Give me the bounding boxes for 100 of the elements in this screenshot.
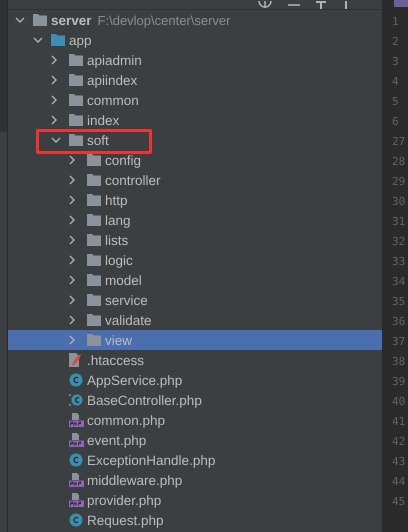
tree-row[interactable]: model (8, 270, 382, 290)
tree-row[interactable]: Request.php (8, 510, 382, 530)
folder-icon (87, 334, 101, 346)
class-icon (69, 513, 83, 527)
tree-row[interactable]: config (8, 150, 382, 170)
file-name[interactable]: .htaccess (87, 352, 144, 368)
collapse-icon[interactable] (288, 3, 300, 9)
tree-row[interactable]: common (8, 90, 382, 110)
tree-row[interactable]: BaseController.php (8, 390, 382, 410)
line-number: 27 (391, 134, 406, 150)
line-number: 38 (391, 354, 406, 370)
line-number: 3 (391, 54, 400, 70)
folder-icon (87, 174, 101, 186)
file-name[interactable]: Request.php (87, 512, 164, 528)
tree-row[interactable]: apiadmin (8, 50, 382, 70)
folder-icon (87, 254, 101, 266)
tree-row[interactable]: lists (8, 230, 382, 250)
folder-icon (87, 154, 101, 166)
line-number: 44 (391, 474, 406, 490)
tree-row[interactable]: .htaccess (8, 350, 382, 370)
line-number: 35 (391, 294, 406, 310)
tree-row[interactable]: lang (8, 210, 382, 230)
line-number: 45 (391, 494, 406, 510)
tree-row[interactable]: provider.php (8, 490, 382, 510)
file-name[interactable]: ExceptionHandle.php (87, 452, 216, 468)
line-number: 37 (391, 334, 406, 350)
file-name[interactable]: provider.php (87, 492, 162, 508)
tree-row[interactable]: ExceptionHandle.php (8, 450, 382, 470)
tree-row[interactable]: apiindex (8, 70, 382, 90)
line-number: 31 (391, 214, 406, 230)
file-name[interactable]: event.php (87, 432, 146, 448)
tree-row[interactable]: common.php (8, 410, 382, 430)
file-name[interactable]: middleware.php (87, 472, 182, 488)
file-name[interactable]: common.php (87, 412, 166, 428)
tree-row[interactable]: index (8, 110, 382, 130)
folder-name[interactable]: soft (87, 132, 109, 148)
class-icon (69, 373, 83, 387)
folder-name[interactable]: validate (105, 312, 152, 328)
tree-row[interactable]: event.php (8, 430, 382, 450)
tree-row[interactable]: soft (8, 130, 382, 150)
folder-icon (51, 34, 65, 46)
line-number: 29 (391, 174, 406, 190)
line-number: 30 (391, 194, 406, 210)
folder-name[interactable]: apiadmin (87, 52, 142, 68)
tree-row[interactable]: http (8, 190, 382, 210)
tree-row[interactable]: validate (8, 310, 382, 330)
line-number: 1 (391, 14, 400, 30)
php-file-icon (69, 433, 84, 447)
folder-name[interactable]: controller (105, 172, 161, 188)
tree-row[interactable]: AppService.php (8, 370, 382, 390)
line-number: 34 (391, 274, 406, 290)
file-name[interactable]: BaseController.php (87, 392, 202, 408)
tree-row[interactable]: controller (8, 170, 382, 190)
line-number: 32 (391, 234, 406, 250)
folder-name[interactable]: lang (105, 212, 131, 228)
folder-icon (69, 74, 83, 86)
folder-icon (87, 274, 101, 286)
folder-icon (87, 314, 101, 326)
folder-name[interactable]: model (105, 272, 142, 288)
folder-name[interactable]: apiindex (87, 72, 138, 88)
line-number: 33 (391, 254, 406, 270)
folder-name[interactable]: http (105, 192, 128, 208)
line-number: 41 (391, 414, 406, 430)
line-number: 28 (391, 154, 406, 170)
php-file-icon (69, 473, 84, 487)
feather-file-icon (69, 353, 81, 367)
tree-row[interactable]: server F:\devlop\center\server (8, 10, 382, 30)
line-number: 40 (391, 394, 406, 410)
folder-icon (69, 134, 83, 146)
folder-icon (69, 54, 83, 66)
abstract-class-icon (69, 393, 83, 407)
line-number: 4 (391, 74, 400, 90)
folder-name[interactable]: common (87, 92, 139, 108)
line-number: 2 (391, 34, 400, 50)
globe-icon[interactable] (258, 1, 272, 9)
line-number: 39 (391, 374, 406, 390)
class-icon (69, 453, 83, 467)
line-number: 5 (391, 94, 400, 110)
tree-row[interactable]: app (8, 30, 382, 50)
line-number: 42 (391, 434, 406, 450)
folder-name[interactable]: config (105, 152, 142, 168)
folder-icon (87, 294, 101, 306)
folder-name[interactable]: app (69, 32, 92, 48)
folder-icon (69, 94, 83, 106)
tree-row[interactable]: logic (8, 250, 382, 270)
file-name[interactable]: AppService.php (87, 372, 182, 388)
folder-name[interactable]: logic (105, 252, 133, 268)
line-number: 43 (391, 454, 406, 470)
folder-icon (87, 194, 101, 206)
tree-row[interactable]: service (8, 290, 382, 310)
folder-name[interactable]: lists (105, 232, 128, 248)
line-number: 36 (391, 314, 406, 330)
folder-icon (69, 114, 83, 126)
folder-icon (87, 234, 101, 246)
folder-name[interactable]: index (87, 112, 120, 128)
folder-icon (87, 214, 101, 226)
folder-icon (33, 14, 47, 26)
folder-name[interactable]: server (51, 12, 92, 28)
tree-row[interactable]: middleware.php (8, 470, 382, 490)
folder-name[interactable]: service (105, 292, 148, 308)
